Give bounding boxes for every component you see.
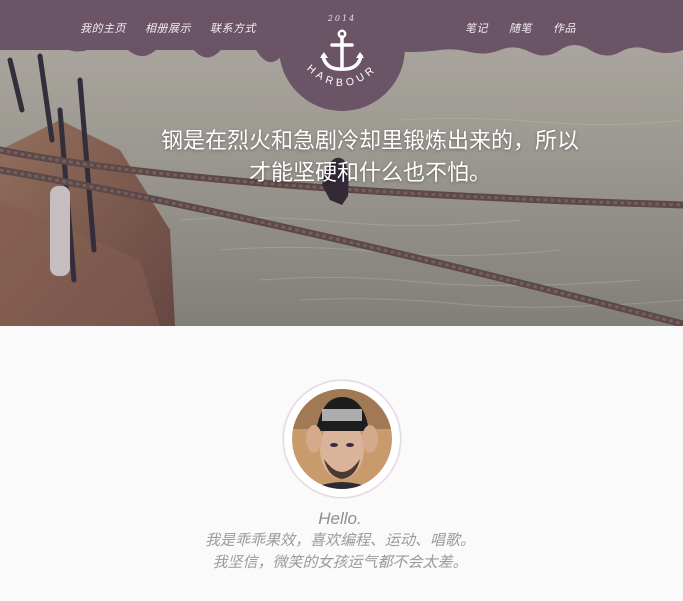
logo-wordmark: HARBOUR: [305, 62, 380, 89]
nav-item-works[interactable]: 作品: [553, 20, 576, 36]
nav-item-essays[interactable]: 随笔: [509, 20, 532, 36]
avatar-frame: [283, 380, 401, 498]
hero-quote-line-2: 才能坚硬和什么也不怕。: [248, 161, 491, 186]
nav-item-gallery[interactable]: 相册展示: [145, 20, 191, 36]
greeting: Hello.: [318, 509, 362, 528]
hero-quote-line-1: 钢是在烈火和急剧冷却里锻炼出来的，所以: [160, 129, 579, 154]
logo-year: 2014: [327, 14, 357, 23]
avatar-photo: [292, 389, 392, 489]
bio: 我是乖乖果效，喜欢编程、运动、唱歌。 我坚信，微笑的女孩运气都不会太差。: [140, 529, 540, 573]
hero-quote: 钢是在烈火和急剧冷却里锻炼出来的，所以 才能坚硬和什么也不怕。: [100, 126, 640, 190]
hero-banner: 我的主页 相册展示 联系方式 笔记 随笔 作品 2014 HARBOUR 钢是在…: [0, 0, 683, 326]
avatar[interactable]: [292, 389, 392, 489]
nav-item-notes[interactable]: 笔记: [465, 20, 488, 36]
bio-line-1: 我是乖乖果效，喜欢编程、运动、唱歌。: [204, 531, 475, 549]
page: 我的主页 相册展示 联系方式 笔记 随笔 作品 2014 HARBOUR 钢是在…: [0, 0, 683, 601]
nav-item-home[interactable]: 我的主页: [80, 20, 126, 36]
bio-line-2: 我坚信，微笑的女孩运气都不会太差。: [212, 553, 468, 571]
nav-item-contact[interactable]: 联系方式: [210, 20, 256, 36]
svg-text:HARBOUR: HARBOUR: [305, 62, 380, 89]
